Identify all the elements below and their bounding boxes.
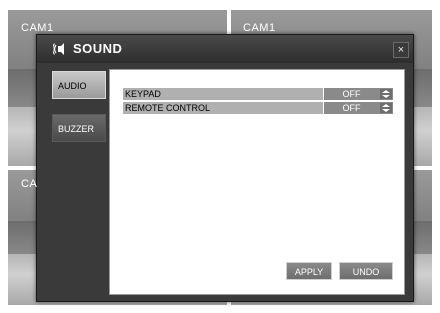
settings-panel: KEYPAD OFF REMOTE CONTROL OFF APPLY UNDO [109, 69, 405, 295]
close-button[interactable]: × [393, 42, 409, 58]
setting-value: OFF [342, 89, 361, 99]
dialog-titlebar: SOUND × [37, 35, 413, 63]
camera-label: CAM1 [243, 22, 276, 34]
screen: CAM1 CAM1 CA SOUND × AUDIO BUZZER KEYPAD… [0, 0, 440, 313]
tab-audio[interactable]: AUDIO [52, 71, 106, 99]
up-down-arrows-icon[interactable] [380, 89, 392, 99]
remote-control-select[interactable]: OFF [324, 102, 393, 114]
tab-label: AUDIO [58, 81, 87, 91]
undo-button[interactable]: UNDO [339, 262, 393, 280]
setting-value: OFF [342, 103, 361, 113]
sound-dialog: SOUND × AUDIO BUZZER KEYPAD OFF REMOTE C… [36, 34, 414, 302]
apply-button[interactable]: APPLY [286, 262, 332, 280]
dialog-title: SOUND [73, 41, 123, 56]
keypad-select[interactable]: OFF [324, 88, 393, 100]
camera-label: CA [21, 178, 38, 190]
setting-row-keypad: KEYPAD OFF [123, 88, 393, 100]
close-icon: × [397, 44, 405, 56]
setting-label: REMOTE CONTROL [123, 102, 323, 114]
up-down-arrows-icon[interactable] [380, 103, 392, 113]
setting-row-remote-control: REMOTE CONTROL OFF [123, 102, 393, 114]
tab-label: BUZZER [58, 124, 94, 134]
tab-buzzer[interactable]: BUZZER [52, 114, 106, 142]
speaker-icon [53, 43, 64, 55]
setting-label: KEYPAD [123, 88, 323, 100]
camera-label: CAM1 [21, 22, 54, 34]
